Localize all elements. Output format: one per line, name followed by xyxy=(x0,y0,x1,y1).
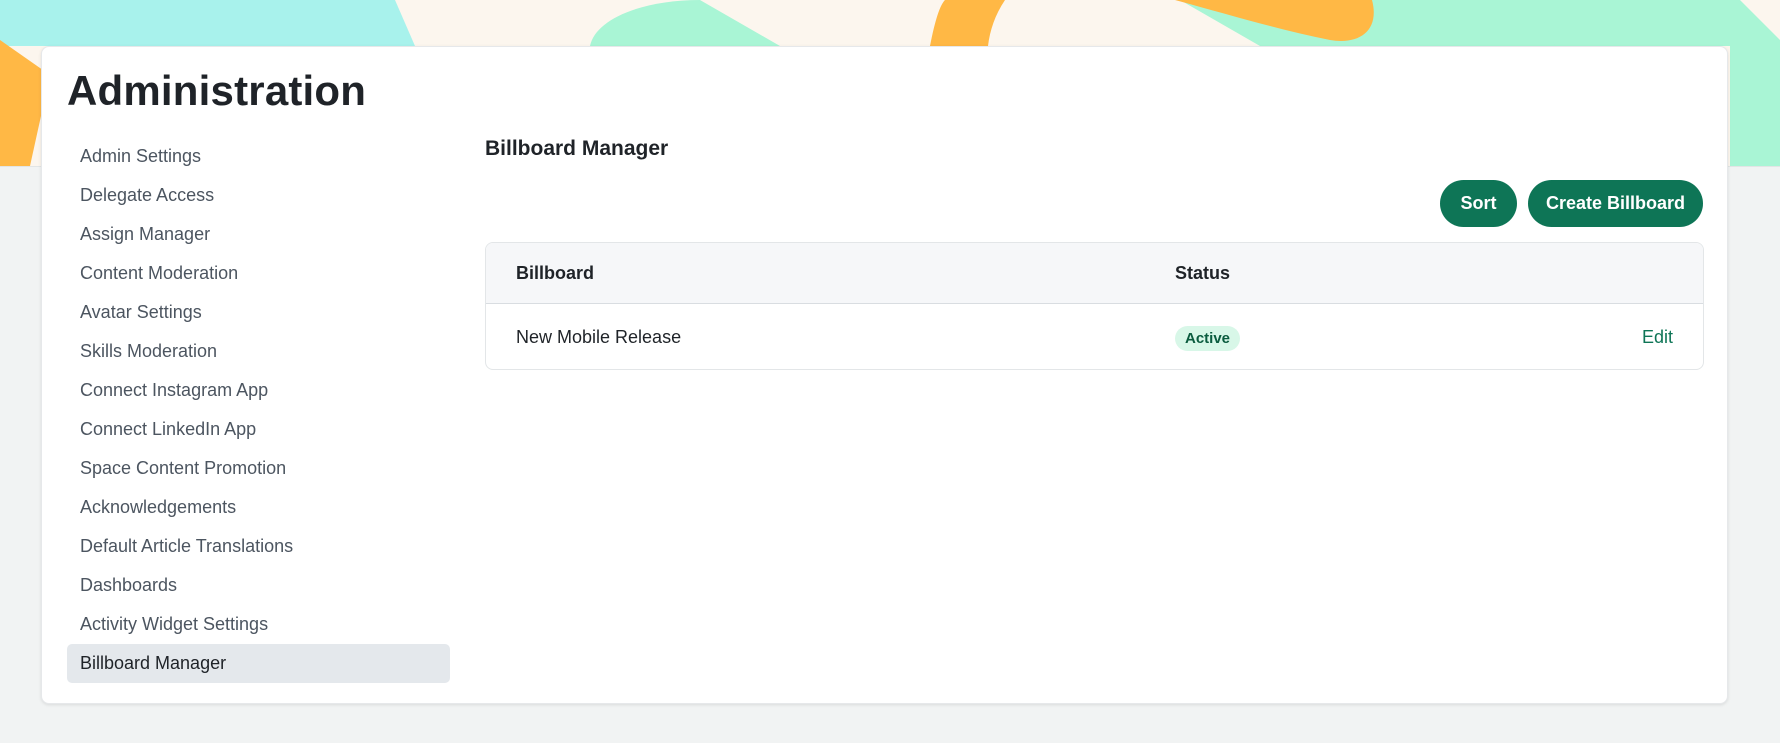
billboard-table: Billboard Status New Mobile Release Acti… xyxy=(485,242,1704,370)
sidebar-item-dashboards[interactable]: Dashboards xyxy=(67,566,450,605)
sidebar-item-connect-linkedin-app[interactable]: Connect LinkedIn App xyxy=(67,410,450,449)
sidebar-item-avatar-settings[interactable]: Avatar Settings xyxy=(67,293,450,332)
admin-card: Administration Admin Settings Delegate A… xyxy=(41,46,1728,704)
sidebar-item-space-content-promotion[interactable]: Space Content Promotion xyxy=(67,449,450,488)
sidebar-item-delegate-access[interactable]: Delegate Access xyxy=(67,176,450,215)
sidebar-item-admin-settings[interactable]: Admin Settings xyxy=(67,137,450,176)
sidebar-item-skills-moderation[interactable]: Skills Moderation xyxy=(67,332,450,371)
create-billboard-button[interactable]: Create Billboard xyxy=(1528,180,1703,227)
sidebar-item-default-article-translations[interactable]: Default Article Translations xyxy=(67,527,450,566)
edit-link[interactable]: Edit xyxy=(1642,304,1673,369)
sidebar-item-activity-widget-settings[interactable]: Activity Widget Settings xyxy=(67,605,450,644)
billboard-name: New Mobile Release xyxy=(516,327,682,347)
section-title: Billboard Manager xyxy=(485,137,669,160)
status-badge: Active xyxy=(1175,326,1241,351)
sidebar-item-content-moderation[interactable]: Content Moderation xyxy=(67,254,450,293)
table-header: Billboard Status xyxy=(486,243,1703,304)
sort-button[interactable]: Sort xyxy=(1440,180,1517,227)
sidebar-item-assign-manager[interactable]: Assign Manager xyxy=(67,215,450,254)
sidebar-item-acknowledgements[interactable]: Acknowledgements xyxy=(67,488,450,527)
column-header-billboard[interactable]: Billboard xyxy=(516,243,594,303)
page-title: Administration xyxy=(67,67,367,114)
admin-sidebar: Admin Settings Delegate Access Assign Ma… xyxy=(67,137,450,683)
sidebar-item-billboard-manager[interactable]: Billboard Manager xyxy=(67,644,450,683)
sidebar-item-connect-instagram-app[interactable]: Connect Instagram App xyxy=(67,371,450,410)
table-row[interactable]: New Mobile Release Active Edit xyxy=(486,304,1703,369)
column-header-status[interactable]: Status xyxy=(1175,243,1230,303)
